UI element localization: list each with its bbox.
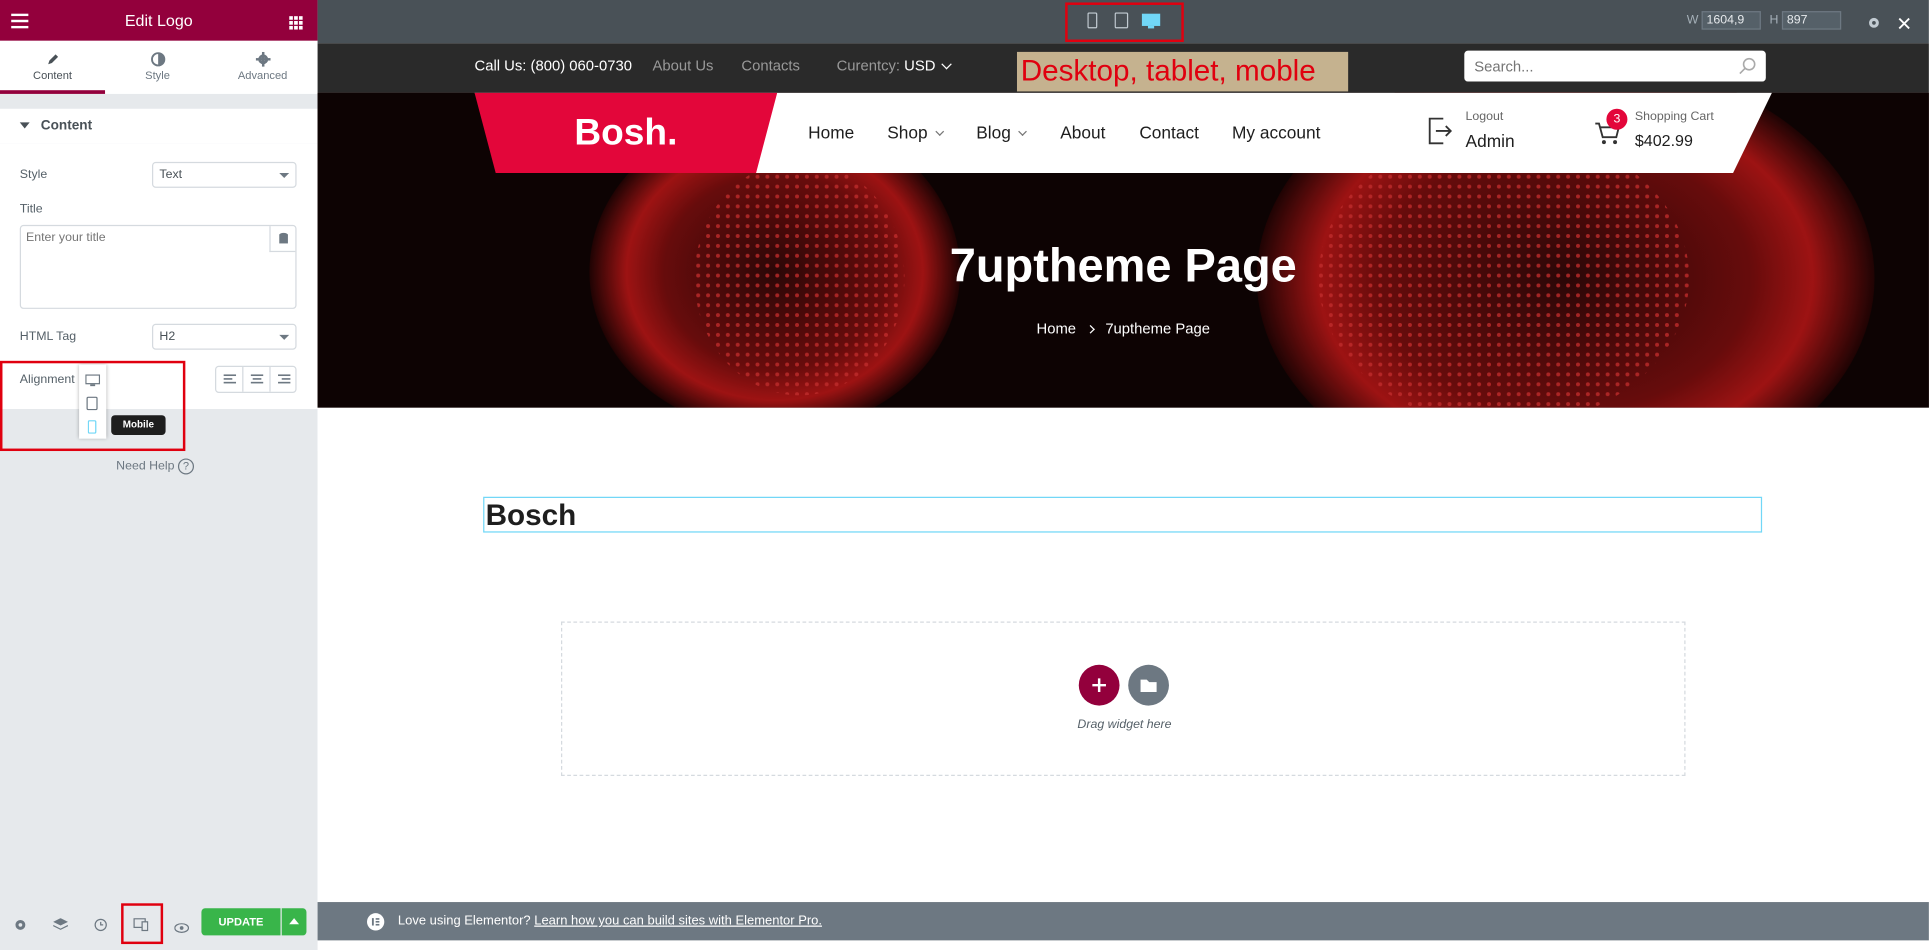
logout-icon[interactable] (1428, 117, 1453, 150)
heading-widget[interactable]: Bosch (483, 496, 1763, 533)
html-tag-select-value: H2 (159, 329, 176, 344)
settings-icon[interactable] (14, 916, 28, 938)
annotation-box-responsive (121, 903, 164, 945)
add-section-button[interactable] (1078, 664, 1120, 706)
nav-contact[interactable]: Contact (1139, 122, 1199, 142)
nav-my-account[interactable]: My account (1232, 122, 1320, 142)
page-content: Bosch Drag widget here (317, 407, 1929, 903)
style-select-value: Text (159, 168, 183, 182)
width-label: W (1686, 13, 1699, 28)
tab-content-label: Content (33, 69, 72, 82)
cart-count-badge: 3 (1606, 108, 1628, 130)
align-left-icon[interactable] (216, 367, 244, 392)
site-topbar: Call Us: (800) 060-0730 About Us Contact… (317, 43, 1929, 93)
panel-tabs: Content Style Advanced (0, 40, 318, 94)
dynamic-tags-icon[interactable] (269, 226, 296, 253)
history-icon[interactable] (94, 916, 108, 938)
alignment-choices (215, 365, 298, 393)
html-tag-label: HTML Tag (19, 329, 77, 344)
nav-home[interactable]: Home (808, 122, 854, 142)
breadcrumb-current: 7uptheme Page (1105, 320, 1211, 338)
responsive-bar: W 1604,9 H 897 (317, 0, 1929, 44)
about-us-link[interactable]: About Us (652, 57, 713, 74)
panel-title: Edit Logo (124, 11, 193, 30)
chevron-down-icon (941, 59, 953, 70)
tab-advanced-label: Advanced (237, 69, 288, 82)
width-input[interactable]: 1604,9 (1701, 11, 1761, 30)
nav-shop[interactable]: Shop (887, 122, 944, 143)
notice-message: Love using Elementor? (397, 913, 531, 929)
heading-text: Bosch (485, 499, 577, 533)
navigator-icon[interactable] (52, 916, 69, 938)
promo-notice-bar: Love using Elementor? Learn how you can … (317, 902, 1929, 941)
user-name: Admin (1465, 130, 1515, 151)
add-template-button[interactable] (1128, 664, 1169, 706)
page-title: 7uptheme Page (949, 240, 1297, 293)
logout-label[interactable]: Logout (1466, 110, 1504, 124)
annotation-label: Desktop, tablet, moble (1016, 51, 1349, 92)
html-tag-select[interactable]: H2 (151, 323, 297, 350)
nav-blog[interactable]: Blog (976, 122, 1027, 143)
logo-block[interactable]: Bosh. (474, 92, 778, 173)
cart-label: Shopping Cart (1634, 109, 1714, 124)
save-options-button[interactable] (281, 908, 307, 936)
currency-switcher[interactable]: Curentcy: USD (836, 56, 953, 75)
search-box (1464, 50, 1766, 82)
content-section-toggle[interactable]: Content (0, 108, 318, 144)
pencil-icon (0, 52, 105, 69)
section-title: Content (40, 118, 93, 134)
search-icon[interactable] (1739, 57, 1758, 82)
chevron-down-icon (934, 127, 944, 136)
contacts-link[interactable]: Contacts (741, 57, 800, 74)
caret-icon (279, 172, 290, 178)
height-input[interactable]: 897 (1781, 11, 1842, 30)
tab-advanced[interactable]: Advanced (210, 41, 315, 94)
align-right-icon[interactable] (271, 367, 298, 392)
cart-total: $402.99 (1634, 130, 1693, 150)
nav-about[interactable]: About (1060, 122, 1105, 142)
search-input[interactable] (1464, 50, 1730, 82)
editor-panel: Edit Logo Content Style Advanced Content… (0, 0, 318, 950)
currency-label: Curentcy: (836, 56, 901, 75)
need-help-link[interactable]: Need Help (116, 460, 174, 474)
tab-content[interactable]: Content (0, 41, 106, 94)
caret-down-icon (19, 122, 30, 129)
annotation-box-devices (1065, 2, 1184, 43)
call-us-text: Call Us: (800) 060-0730 (474, 56, 632, 75)
panel-header: Edit Logo (0, 0, 318, 41)
chevron-right-icon (1086, 324, 1096, 334)
chevron-down-icon (1018, 127, 1027, 136)
style-label: Style (19, 168, 48, 182)
caret-icon (279, 334, 290, 340)
contrast-icon (105, 52, 210, 69)
close-icon[interactable] (1898, 14, 1910, 36)
nav-shop-label: Shop (887, 122, 928, 143)
currency-value: USD (904, 56, 936, 75)
notice-text: Love using Elementor? Learn how you can … (398, 913, 822, 928)
title-label: Title (19, 202, 43, 217)
gear-icon (210, 51, 315, 69)
settings-gear-icon[interactable] (1867, 14, 1881, 36)
notice-link[interactable]: Learn how you can build sites with Eleme… (534, 913, 822, 928)
breadcrumb: Home 7uptheme Page (318, 320, 1929, 337)
style-select[interactable]: Text (151, 161, 297, 188)
caret-up-icon (289, 918, 300, 925)
site-logo: Bosh. (574, 112, 678, 154)
empty-section-dropzone: Drag widget here (561, 621, 1686, 777)
tab-style[interactable]: Style (105, 41, 210, 94)
breadcrumb-home[interactable]: Home (1036, 320, 1076, 337)
annotation-box-alignment (0, 360, 186, 452)
tab-style-label: Style (145, 69, 170, 82)
widgets-grid-icon[interactable] (289, 14, 303, 30)
elementor-logo-icon (367, 913, 385, 931)
drag-widget-text: Drag widget here (1077, 717, 1172, 732)
align-center-icon[interactable] (243, 367, 271, 392)
nav-blog-label: Blog (976, 122, 1011, 143)
hero-banner: Bosh. Home Shop Blog About Contact My ac… (317, 92, 1929, 408)
height-label: H (1769, 13, 1779, 28)
update-button[interactable]: UPDATE (201, 908, 281, 936)
title-input[interactable] (19, 224, 297, 309)
help-icon[interactable]: ? (177, 458, 195, 475)
preview-eye-icon[interactable] (174, 917, 190, 939)
